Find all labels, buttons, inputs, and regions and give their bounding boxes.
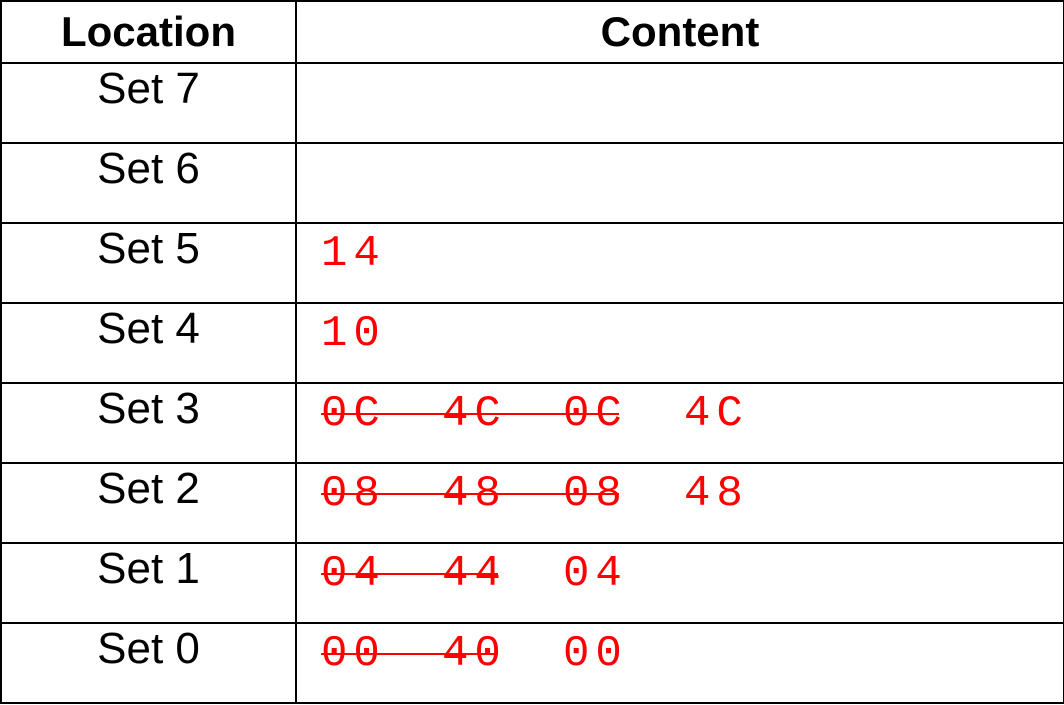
current-entry: 4C <box>684 389 749 439</box>
table-row: Set 2 08 48 08 48 <box>0 462 1064 544</box>
set-content-cell <box>295 62 1064 144</box>
strikethrough-line <box>321 653 498 655</box>
set-content-cell: 0C 4C 0C 4C <box>295 382 1064 464</box>
table-body: Set 7 Set 6 Set 5 14 Set 4 10 Set 3 0C 4C… <box>0 62 1064 704</box>
current-entry: 00 <box>563 629 628 679</box>
set-content-cell: 04 44 04 <box>295 542 1064 624</box>
table-row: Set 7 <box>0 62 1064 144</box>
table-row: Set 6 <box>0 142 1064 224</box>
content-header: Content <box>295 0 1064 64</box>
set-location-cell: Set 5 <box>0 222 297 304</box>
set-content-cell: 00 40 00 <box>295 622 1064 704</box>
set-location-cell: Set 4 <box>0 302 297 384</box>
strikethrough-line <box>321 573 498 575</box>
table-row: Set 3 0C 4C 0C 4C <box>0 382 1064 464</box>
set-location-cell: Set 0 <box>0 622 297 704</box>
strikethrough-line <box>321 413 619 415</box>
set-content-cell: 10 <box>295 302 1064 384</box>
set-location-cell: Set 6 <box>0 142 297 224</box>
current-entry: 48 <box>684 469 749 519</box>
table-row: Set 4 10 <box>0 302 1064 384</box>
set-location-cell: Set 2 <box>0 462 297 544</box>
table-row: Set 5 14 <box>0 222 1064 304</box>
current-entry: 04 <box>563 549 628 599</box>
strikethrough-line <box>321 493 619 495</box>
table-row: Set 0 00 40 00 <box>0 622 1064 704</box>
set-location-cell: Set 7 <box>0 62 297 144</box>
location-header: Location <box>0 0 297 64</box>
table-row: Set 1 04 44 04 <box>0 542 1064 624</box>
set-content-cell: 14 <box>295 222 1064 304</box>
set-content-cell <box>295 142 1064 224</box>
current-entry: 10 <box>321 309 386 359</box>
set-location-cell: Set 1 <box>0 542 297 624</box>
set-content-cell: 08 48 08 48 <box>295 462 1064 544</box>
header-row: Location Content <box>0 0 1064 64</box>
set-location-cell: Set 3 <box>0 382 297 464</box>
cache-contents-table: Location Content Set 7 Set 6 Set 5 14 Se… <box>0 0 1064 704</box>
current-entry: 14 <box>321 229 386 279</box>
